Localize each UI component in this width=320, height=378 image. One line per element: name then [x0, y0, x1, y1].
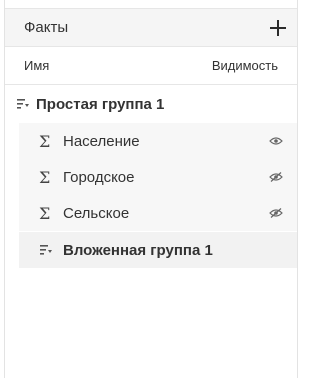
eye-slash-icon[interactable]: [269, 172, 283, 182]
eye-slash-icon[interactable]: [269, 208, 283, 218]
add-fact-button[interactable]: [270, 19, 286, 36]
facts-panel: Факты Имя Видимость Простая группа 1 Σ Н…: [4, 0, 298, 378]
fact-row[interactable]: Σ Население: [19, 123, 297, 159]
fact-label: Городское: [63, 168, 135, 186]
group-sort-icon[interactable]: [39, 243, 53, 257]
sigma-icon: Σ: [39, 131, 51, 151]
fact-label: Сельское: [63, 204, 130, 222]
nested-group-row[interactable]: Вложенная группа 1: [19, 232, 297, 268]
fact-label: Население: [63, 132, 140, 150]
group-row[interactable]: Простая группа 1: [5, 87, 297, 121]
column-name-header: Имя: [24, 58, 50, 73]
group-label: Простая группа 1: [36, 95, 165, 113]
eye-icon[interactable]: [269, 136, 283, 146]
panel-title: Факты: [24, 19, 69, 36]
fact-row[interactable]: Σ Сельское: [19, 195, 297, 231]
column-visibility-header: Видимость: [211, 58, 278, 73]
panel-header: Факты: [5, 9, 297, 47]
column-header: Имя Видимость: [5, 47, 297, 85]
sigma-icon: Σ: [39, 203, 51, 223]
fact-row[interactable]: Σ Городское: [19, 159, 297, 195]
group-sort-icon[interactable]: [16, 97, 30, 111]
nested-group-label: Вложенная группа 1: [63, 241, 213, 259]
sigma-icon: Σ: [39, 167, 51, 187]
